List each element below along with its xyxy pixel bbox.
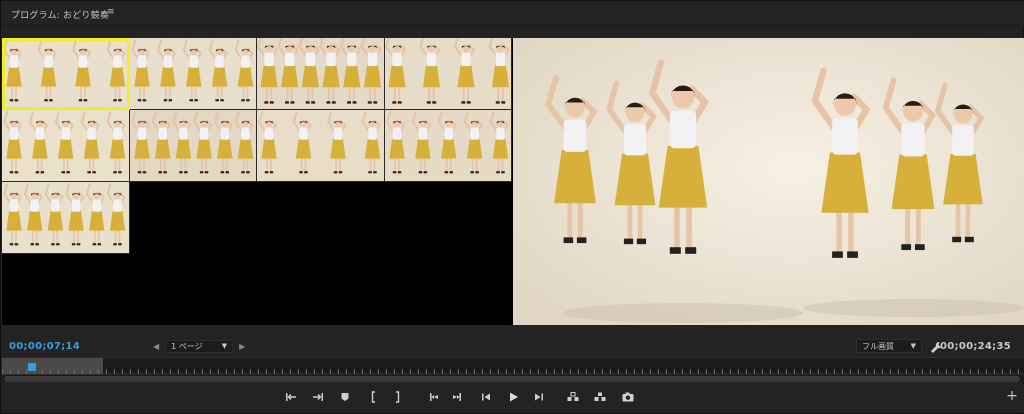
go-to-out-button[interactable] xyxy=(310,389,326,405)
program-viewer[interactable] xyxy=(2,38,1024,325)
playback-resolution-label: フル画質 xyxy=(862,341,894,351)
step-forward-button[interactable] xyxy=(531,389,547,405)
marker-icon xyxy=(341,393,349,401)
multicam-grid xyxy=(2,38,512,254)
multicam-tile-camera-6[interactable] xyxy=(129,110,257,182)
playhead[interactable] xyxy=(27,363,36,371)
step-back-icon xyxy=(482,393,490,401)
page-select-label: 1 ページ xyxy=(171,341,203,351)
multicam-tile-camera-7[interactable] xyxy=(257,110,385,182)
camera-thumbnail xyxy=(3,111,126,174)
mark-in-icon xyxy=(371,391,375,403)
next-edit-icon xyxy=(453,393,461,401)
panel-header: プログラム: おどり競奏 ≡ xyxy=(2,2,1024,26)
previous-page-icon[interactable]: ◀ xyxy=(153,342,159,351)
program-preview[interactable] xyxy=(513,38,1024,325)
zoom-scrollbar[interactable] xyxy=(2,374,1024,382)
go-to-next-edit-button[interactable] xyxy=(450,389,466,405)
zoom-scrollbar-thumb[interactable] xyxy=(4,376,1020,382)
duration-timecode: 00;00;24;35 xyxy=(940,341,1011,352)
camera-thumbnail xyxy=(384,38,510,104)
playback-resolution-select[interactable]: フル画質 ▼ xyxy=(856,339,922,353)
program-frame-image xyxy=(513,38,1024,325)
hamburger-icon[interactable]: ≡ xyxy=(107,7,115,17)
camera-thumbnail xyxy=(130,39,254,102)
panel-title[interactable]: プログラム: おどり競奏 xyxy=(11,8,109,21)
extract-button[interactable] xyxy=(592,389,608,405)
mark-in-button[interactable] xyxy=(365,389,381,405)
camera-icon xyxy=(622,392,634,402)
play-icon xyxy=(510,392,518,402)
current-timecode[interactable]: 00;00;07;14 xyxy=(9,341,80,352)
extract-icon xyxy=(594,392,606,401)
mark-out-icon xyxy=(396,391,400,403)
go-to-out-icon xyxy=(313,393,323,401)
previous-edit-icon xyxy=(430,393,438,401)
multicam-tile-camera-9[interactable] xyxy=(2,182,130,254)
time-ruler[interactable] xyxy=(2,357,1024,374)
page-navigator: ◀ 1 ページ ▼ ▶ xyxy=(153,339,245,353)
multicam-tile-camera-5[interactable] xyxy=(2,110,130,182)
add-marker-button[interactable] xyxy=(337,389,353,405)
go-to-in-icon xyxy=(286,393,296,401)
camera-thumbnail xyxy=(130,111,254,174)
camera-thumbnail xyxy=(257,38,382,104)
camera-thumbnail xyxy=(3,39,126,102)
button-editor-plus-icon[interactable]: + xyxy=(1005,389,1019,403)
mark-out-button[interactable] xyxy=(390,389,406,405)
multicam-tile-camera-8[interactable] xyxy=(384,110,512,182)
step-forward-icon xyxy=(535,393,543,401)
lift-button[interactable] xyxy=(565,389,581,405)
next-page-icon[interactable]: ▶ xyxy=(239,342,245,351)
camera-thumbnail xyxy=(3,183,126,246)
go-to-in-button[interactable] xyxy=(283,389,299,405)
camera-thumbnail xyxy=(258,111,381,174)
multicam-tile-camera-1[interactable] xyxy=(2,38,130,110)
export-frame-button[interactable] xyxy=(620,389,636,405)
multicam-tile-camera-4[interactable] xyxy=(384,38,512,110)
play-button[interactable] xyxy=(505,389,521,405)
step-back-button[interactable] xyxy=(478,389,494,405)
multicam-tile-camera-3[interactable] xyxy=(257,38,385,110)
multicam-tile-camera-2[interactable] xyxy=(129,38,257,110)
go-to-previous-edit-button[interactable] xyxy=(425,389,441,405)
page-select[interactable]: 1 ページ ▼ xyxy=(165,339,234,353)
lift-icon xyxy=(567,392,579,401)
chevron-down-icon: ▼ xyxy=(910,342,916,350)
program-monitor-panel: プログラム: おどり競奏 ≡ 00;00;07;14 ◀ 1 ページ ▼ ▶ フ… xyxy=(0,0,1024,414)
camera-thumbnail xyxy=(385,111,509,174)
chevron-down-icon: ▼ xyxy=(221,342,228,350)
